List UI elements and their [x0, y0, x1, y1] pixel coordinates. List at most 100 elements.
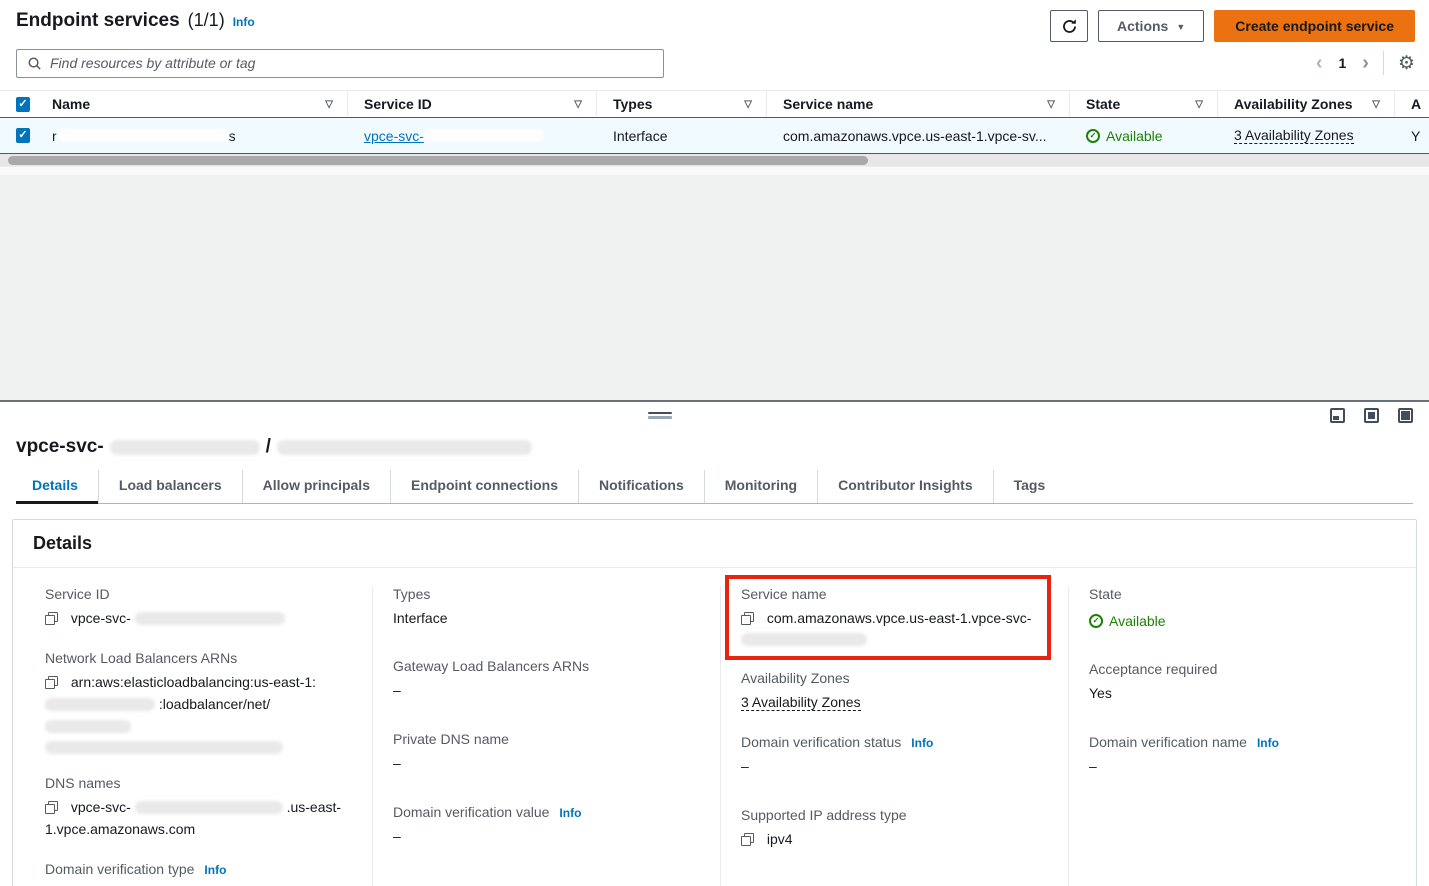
service-id-link[interactable]: vpce-svc- [364, 128, 544, 144]
column-header-service-name[interactable]: Service name ▽ [767, 91, 1070, 117]
toolbar: ‹ 1 › ⚙ [0, 44, 1429, 80]
sort-icon[interactable]: ▽ [325, 99, 333, 110]
field-glb-arns: Gateway Load Balancers ARNs – [393, 658, 700, 701]
copy-icon[interactable] [45, 676, 58, 689]
field-domain-verification-name: Domain verification name Info – [1089, 734, 1396, 777]
row-name-cell: r s [44, 128, 348, 144]
split-drag-handle-icon[interactable] [648, 412, 672, 419]
pager: ‹ 1 › [1316, 53, 1369, 73]
redacted-title-id [110, 440, 260, 455]
redacted-lb-name [45, 720, 131, 733]
redacted-service-id [424, 129, 544, 142]
empty-background [0, 175, 1429, 400]
field-domain-verification-status: Domain verification status Info – [741, 734, 1048, 777]
copy-icon[interactable] [45, 612, 58, 625]
create-endpoint-service-button[interactable]: Create endpoint service [1214, 10, 1415, 42]
tab-contributor-insights[interactable]: Contributor Insights [817, 470, 993, 503]
row-availability-zones-cell: 3 Availability Zones [1218, 127, 1395, 144]
redacted-name [57, 129, 229, 142]
page-header: Endpoint services (1/1) Info Actions ▼ C… [0, 0, 1429, 44]
tab-tags[interactable]: Tags [993, 470, 1066, 503]
column-header-types[interactable]: Types ▽ [597, 91, 767, 117]
row-acceptance-cell: Y [1395, 128, 1429, 144]
copy-icon[interactable] [45, 801, 58, 814]
column-header-availability-zones[interactable]: Availability Zones ▽ [1218, 91, 1395, 117]
panel-layout-buttons [1330, 408, 1413, 423]
field-availability-zones: Availability Zones 3 Availability Zones [741, 670, 1048, 713]
sort-icon[interactable]: ▽ [1372, 99, 1380, 110]
tab-load-balancers[interactable]: Load balancers [98, 470, 242, 503]
next-page-button[interactable]: › [1362, 53, 1369, 73]
table-header-row: ✓ Name ▽ Service ID ▽ Types ▽ Service na… [0, 90, 1429, 117]
actions-button[interactable]: Actions ▼ [1098, 10, 1204, 42]
field-service-id: Service ID vpce-svc- [45, 586, 352, 629]
row-checkbox[interactable]: ✓ [16, 128, 30, 143]
redacted-lb-arn-line [45, 741, 283, 754]
panel-title: vpce-svc- / [0, 432, 1429, 458]
sort-icon[interactable]: ▽ [574, 99, 582, 110]
search-icon [27, 56, 42, 71]
info-link[interactable]: Info [1257, 736, 1279, 750]
tab-details[interactable]: Details [16, 470, 98, 503]
info-link[interactable]: Info [559, 806, 581, 820]
endpoint-services-table: ✓ Name ▽ Service ID ▽ Types ▽ Service na… [0, 90, 1429, 175]
row-state-cell: ✓ Available [1070, 128, 1218, 144]
field-state: State ✓ Available [1089, 586, 1396, 632]
result-count: (1/1) [188, 10, 225, 31]
tab-monitoring[interactable]: Monitoring [704, 470, 817, 503]
status-badge: ✓ Available [1086, 128, 1163, 144]
select-all-checkbox[interactable]: ✓ [16, 97, 30, 112]
availability-zones-link[interactable]: 3 Availability Zones [741, 694, 861, 711]
field-domain-verification-value: Domain verification value Info – [393, 804, 700, 847]
field-supported-ip-address-type: Supported IP address type ipv4 [741, 807, 1048, 850]
copy-icon[interactable] [741, 833, 754, 846]
field-nlb-arns: Network Load Balancers ARNs arn:aws:elas… [45, 650, 352, 754]
info-link[interactable]: Info [204, 863, 226, 877]
column-header-state[interactable]: State ▽ [1070, 91, 1218, 117]
header-actions: Actions ▼ Create endpoint service [1050, 10, 1415, 42]
split-panel-full-icon[interactable] [1398, 408, 1413, 423]
sort-icon[interactable]: ▽ [744, 99, 752, 110]
search-input[interactable] [50, 55, 653, 71]
detail-panel: vpce-svc- / Details Load balancers Allow… [0, 402, 1429, 886]
endpoint-services-page: Endpoint services (1/1) Info Actions ▼ C… [0, 0, 1429, 886]
header-info-link[interactable]: Info [233, 15, 255, 29]
tab-notifications[interactable]: Notifications [578, 470, 704, 503]
split-panel-small-icon[interactable] [1330, 408, 1345, 423]
row-select-cell: ✓ [0, 128, 44, 143]
caret-down-icon: ▼ [1176, 23, 1185, 32]
column-header-acceptance-partial[interactable]: A [1395, 91, 1429, 117]
field-service-name: Service name com.amazonaws.vpce.us-east-… [741, 586, 1048, 646]
redacted-service-id-value [135, 612, 285, 625]
tab-endpoint-connections[interactable]: Endpoint connections [390, 470, 578, 503]
column-header-name[interactable]: Name ▽ [44, 91, 348, 117]
title-group: Endpoint services (1/1) Info [16, 10, 255, 32]
availability-zones-link[interactable]: 3 Availability Zones [1234, 127, 1354, 144]
info-link[interactable]: Info [911, 736, 933, 750]
table-footer-strip [0, 166, 1429, 175]
field-dns-names: DNS names vpce-svc- .us-east-1.vpce.amaz… [45, 775, 352, 840]
gear-icon[interactable]: ⚙ [1398, 54, 1415, 73]
redacted-dns-id [135, 801, 283, 814]
sort-icon[interactable]: ▽ [1047, 99, 1055, 110]
tab-bar: Details Load balancers Allow principals … [16, 470, 1413, 504]
table-row[interactable]: ✓ r s vpce-svc- Interface com.amazonaws.… [0, 117, 1429, 154]
details-card: Details Service ID vpce-svc- Network Loa… [12, 519, 1417, 886]
horizontal-scrollbar[interactable] [0, 154, 1429, 166]
previous-page-button[interactable]: ‹ [1316, 53, 1323, 73]
select-all-cell: ✓ [0, 91, 44, 117]
tab-allow-principals[interactable]: Allow principals [242, 470, 390, 503]
refresh-button[interactable] [1050, 10, 1088, 42]
redacted-title-name [277, 440, 532, 455]
row-types-cell: Interface [597, 128, 767, 144]
check-circle-icon: ✓ [1086, 129, 1100, 143]
field-types: Types Interface [393, 586, 700, 629]
copy-icon[interactable] [741, 612, 754, 625]
split-panel-medium-icon[interactable] [1364, 408, 1379, 423]
details-column-4: State ✓ Available Acceptance required Ye… [1068, 586, 1416, 886]
scrollbar-thumb[interactable] [8, 156, 868, 165]
sort-icon[interactable]: ▽ [1195, 99, 1203, 110]
search-box[interactable] [16, 49, 664, 78]
column-header-service-id[interactable]: Service ID ▽ [348, 91, 597, 117]
divider [1383, 51, 1384, 75]
